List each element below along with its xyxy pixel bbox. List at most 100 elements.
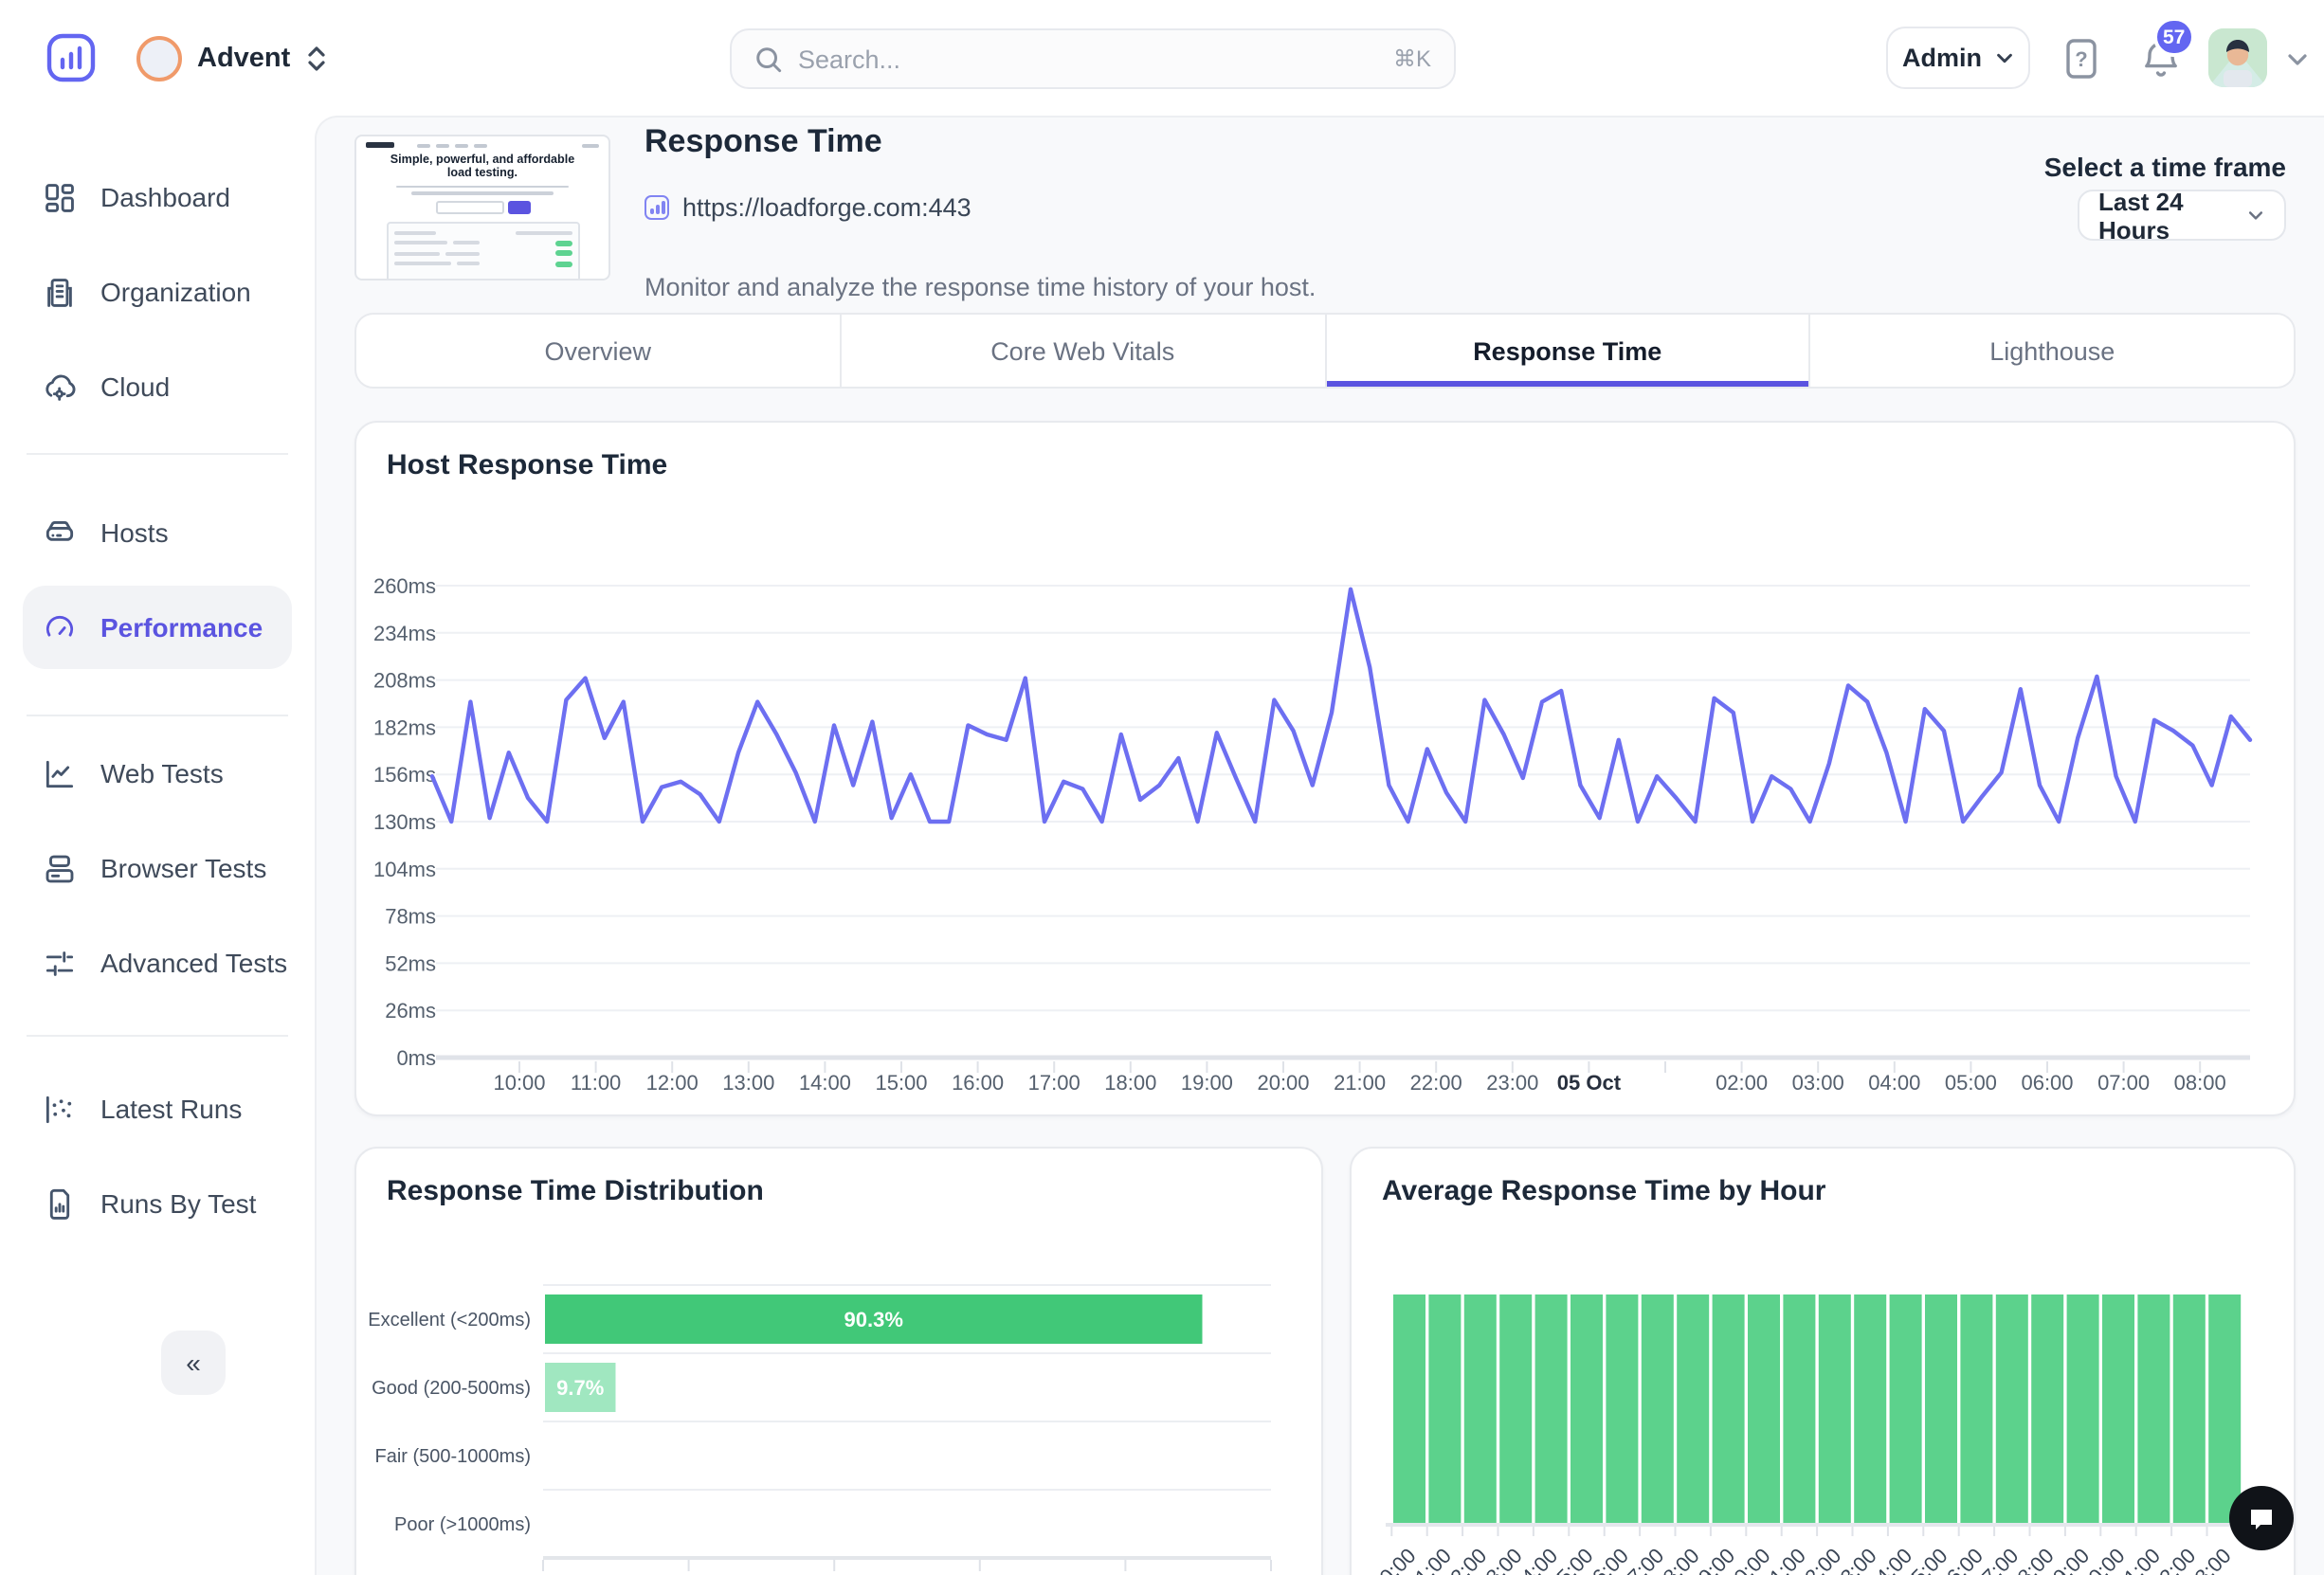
host-chart-icon: [645, 195, 669, 220]
x-axis-label: 05 Oct: [1557, 1071, 1622, 1095]
timeframe-select[interactable]: Last 24 Hours: [2078, 190, 2286, 241]
sidebar-collapse-button[interactable]: «: [161, 1331, 226, 1395]
hour-bar: [1393, 1294, 1425, 1525]
sidebar-item-cloud[interactable]: Cloud: [23, 349, 292, 425]
thumbnail-headline: Simple, powerful, and affordable load te…: [384, 154, 580, 182]
sidebar-item-dashboard[interactable]: Dashboard: [23, 159, 292, 235]
sidebar-item-latest-runs[interactable]: Latest Runs: [23, 1071, 292, 1147]
search-input[interactable]: [798, 45, 1378, 73]
site-thumbnail: Simple, powerful, and affordable load te…: [354, 135, 610, 281]
file-chart-icon: [42, 1186, 78, 1222]
sidebar-item-label: Hosts: [100, 517, 169, 548]
host-url-link[interactable]: https://loadforge.com:443: [645, 193, 971, 222]
sidebar-item-runs-by-test[interactable]: Runs By Test: [23, 1166, 292, 1241]
sidebar-item-organization[interactable]: Organization: [23, 254, 292, 330]
hourly-bar-chart: 00:0001:0002:0003:0004:0005:0006:0007:00…: [1352, 1149, 2294, 1575]
sidebar-item-label: Runs By Test: [100, 1188, 256, 1219]
chat-bubble-icon: [2246, 1503, 2277, 1533]
distribution-bar-chart: Excellent (<200ms)90.3%Good (200-500ms)9…: [356, 1149, 1321, 1575]
hour-bar: [1783, 1294, 1815, 1525]
x-axis-label: 18:00: [1104, 1071, 1156, 1095]
app-window: Advent ⌘K Admin ?: [0, 0, 2324, 1575]
x-axis-label: 22:00: [1410, 1071, 1462, 1095]
host-response-time-card: Host Response Time 0ms26ms52ms78ms104ms1…: [354, 421, 2296, 1116]
sidebar-divider: [27, 453, 288, 455]
chat-widget-button[interactable]: [2229, 1486, 2294, 1550]
tab-core-web-vitals[interactable]: Core Web Vitals: [840, 315, 1325, 387]
avg-response-time-by-hour-card: Average Response Time by Hour 00:0001:00…: [1350, 1147, 2296, 1575]
user-menu-chevron[interactable]: [2284, 45, 2311, 72]
hour-bar: [1571, 1294, 1603, 1525]
hour-bar: [1677, 1294, 1709, 1525]
hour-bar: [1748, 1294, 1780, 1525]
x-axis-label: 12:00: [646, 1071, 699, 1095]
chart-line-icon: [42, 755, 78, 791]
thumbnail-cta: [356, 201, 608, 214]
notifications-button[interactable]: 57: [2138, 36, 2188, 85]
screen: Advent ⌘K Admin ?: [0, 0, 2324, 1575]
sidebar-item-performance[interactable]: Performance: [23, 586, 292, 669]
sidebar-item-advanced-tests[interactable]: Advanced Tests: [23, 925, 292, 1001]
bar-value-label: 9.7%: [556, 1376, 604, 1400]
thumbnail-dashboard-preview: [386, 222, 579, 281]
hour-bar: [1819, 1294, 1851, 1525]
org-switcher[interactable]: Advent: [136, 30, 328, 87]
tab-lighthouse[interactable]: Lighthouse: [1809, 315, 2295, 387]
sidebar-item-label: Web Tests: [100, 758, 224, 788]
thumbnail-nav: [356, 136, 608, 150]
hour-bar: [1499, 1294, 1532, 1525]
x-axis-label: 02:00: [1716, 1071, 1768, 1095]
sidebar-item-label: Performance: [100, 612, 263, 643]
sidebar-item-label: Advanced Tests: [100, 948, 287, 978]
help-document-icon: ?: [2059, 36, 2104, 81]
avatar-illustration: [2208, 28, 2267, 87]
tab-overview[interactable]: Overview: [356, 315, 840, 387]
y-axis-label: 156ms: [373, 763, 436, 787]
tab-label: Lighthouse: [1989, 336, 2115, 365]
app-logo-icon[interactable]: [45, 32, 97, 83]
sidebar-item-browser-tests[interactable]: Browser Tests: [23, 830, 292, 906]
x-axis-label: 23:00: [1486, 1071, 1538, 1095]
sidebar-item-label: Dashboard: [100, 182, 230, 212]
timeframe-value: Last 24 Hours: [2098, 187, 2246, 244]
x-axis-label: 05:00: [1945, 1071, 1997, 1095]
dashboard-grid-icon: [42, 179, 78, 215]
tab-response-time[interactable]: Response Time: [1324, 315, 1809, 387]
sidebar-item-label: Latest Runs: [100, 1094, 242, 1124]
hour-bar: [2173, 1294, 2206, 1525]
global-search[interactable]: ⌘K: [730, 28, 1456, 89]
tab-label: Response Time: [1473, 336, 1661, 365]
user-avatar[interactable]: [2208, 28, 2267, 87]
page-title: Response Time: [645, 123, 882, 161]
x-axis-label: 16:00: [952, 1071, 1004, 1095]
y-axis-label: 78ms: [385, 905, 436, 929]
y-axis-label: 52ms: [385, 951, 436, 975]
x-axis-label: 04:00: [1868, 1071, 1920, 1095]
page-description: Monitor and analyze the response time hi…: [645, 273, 1316, 301]
cloud-gear-icon: [42, 369, 78, 405]
hour-bar: [1890, 1294, 1922, 1525]
top-bar: Advent ⌘K Admin ?: [0, 0, 2324, 116]
browser-icon: [42, 850, 78, 886]
sidebar-item-label: Cloud: [100, 371, 170, 402]
x-axis-label: 07:00: [2097, 1071, 2150, 1095]
category-label: Poor (>1000ms): [394, 1514, 531, 1535]
tab-label: Core Web Vitals: [990, 336, 1174, 365]
help-docs-button[interactable]: ?: [2059, 36, 2104, 81]
category-label: Excellent (<200ms): [368, 1310, 531, 1331]
thumbnail-subtext-line: [412, 192, 554, 195]
admin-menu-button[interactable]: Admin: [1886, 27, 2030, 89]
sidebar-item-hosts[interactable]: Hosts: [23, 495, 292, 570]
response-time-line: [432, 589, 2250, 822]
hour-bar: [2208, 1294, 2241, 1525]
main-content: Simple, powerful, and affordable load te…: [315, 116, 2324, 1575]
x-axis-label: 13:00: [722, 1071, 774, 1095]
hour-bar: [1854, 1294, 1886, 1525]
x-axis-label: 11:00: [571, 1071, 621, 1095]
hour-bar: [1464, 1294, 1497, 1525]
x-axis-label: 20:00: [1257, 1071, 1309, 1095]
chevron-down-icon: [2246, 205, 2265, 226]
x-axis-label: 15:00: [875, 1071, 927, 1095]
x-axis-label: 08:00: [2174, 1071, 2226, 1095]
sidebar-item-web-tests[interactable]: Web Tests: [23, 735, 292, 811]
